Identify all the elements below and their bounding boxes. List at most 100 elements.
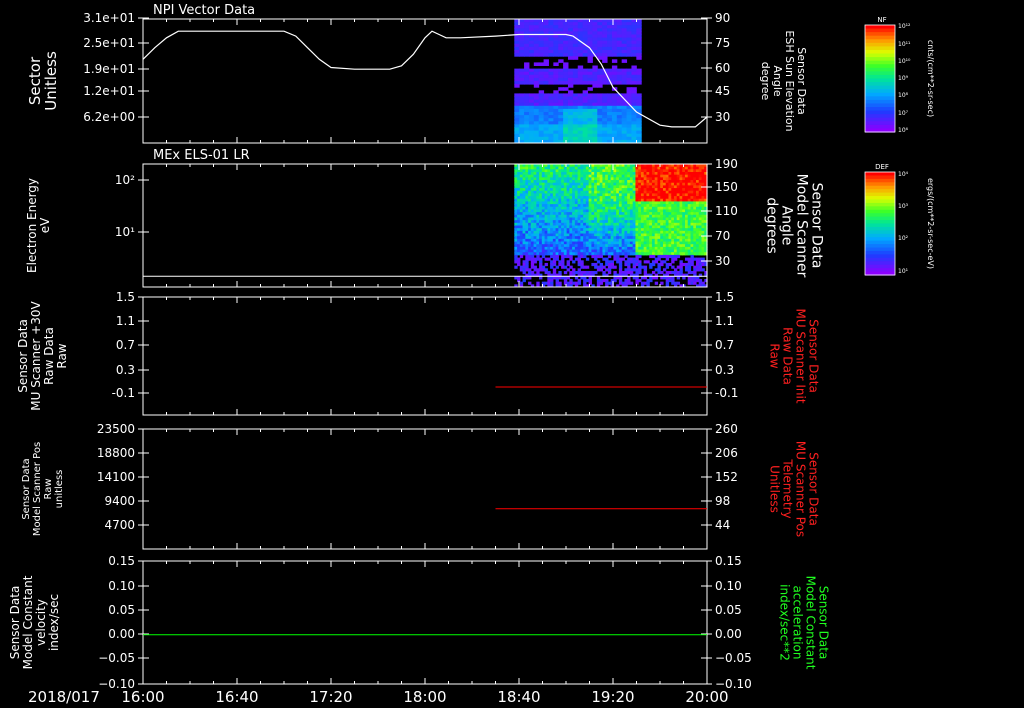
npi-spectrogram-cell	[577, 53, 584, 57]
npi-spectrogram-cell	[602, 34, 608, 39]
npi-spectrogram-cell	[611, 31, 618, 35]
npi-spectrogram-cell	[533, 115, 540, 119]
npi-spectrogram-cell	[528, 102, 535, 107]
npi-spectrogram-cell	[621, 37, 628, 42]
npi-spectrogram-cell	[607, 105, 613, 110]
npi-spectrogram-cell	[587, 133, 593, 138]
npi-spectrogram-cell	[602, 121, 608, 125]
npi-spectrogram-cell	[538, 28, 545, 32]
y-tick-label: 1.9e+01	[83, 62, 135, 76]
y2-tick-label: 0.15	[715, 554, 742, 568]
npi-spectrogram-cell	[538, 71, 545, 76]
npi-spectrogram-cell	[611, 99, 618, 104]
y2-axis-label: Sensor Data	[809, 183, 825, 269]
npi-spectrogram-cell	[616, 28, 623, 32]
nf-colorbar-label: 10¹⁰	[898, 58, 911, 65]
npi-spectrogram-cell	[548, 112, 554, 116]
y-axis-label: Sensor Data	[21, 458, 32, 519]
npi-spectrogram-cell	[631, 68, 637, 73]
npi-spectrogram-cell	[597, 28, 603, 32]
def-colorbar-segment	[865, 172, 895, 177]
npi-spectrogram-cell	[567, 118, 574, 122]
npi-spectrogram-cell	[621, 108, 628, 113]
npi-spectrogram-cell	[519, 130, 525, 135]
npi-spectrogram-cell	[553, 50, 559, 54]
npi-spectrogram-cell	[563, 127, 569, 132]
npi-spectrogram-cell	[538, 62, 545, 66]
npi-spectrogram-cell	[538, 96, 545, 101]
npi-spectrogram-cell	[587, 74, 593, 79]
npi-spectrogram-cell	[626, 93, 632, 97]
npi-spectrogram-cell	[592, 46, 598, 51]
npi-spectrogram-cell	[592, 130, 598, 135]
def-colorbar-segment	[865, 230, 895, 235]
npi-spectrogram-cell	[572, 108, 579, 113]
nf-colorbar-segment	[865, 39, 895, 44]
npi-spectrogram-cell	[611, 102, 618, 107]
npi-spectrogram-cell	[597, 136, 603, 141]
nf-colorbar: NF 10¹² 10¹¹ 10¹⁰ 10⁹ 10⁸ 10⁷ 10⁶ cnts/(cm**2-sr…	[864, 16, 935, 134]
npi-spectrogram-cell	[577, 127, 584, 132]
npi-spectrogram-cell	[533, 81, 540, 85]
npi-spectrogram-cell	[587, 81, 593, 85]
npi-spectrogram-cell	[611, 127, 618, 132]
npi-spectrogram-cell	[524, 127, 530, 132]
npi-spectrogram-cell	[597, 105, 603, 110]
npi-spectrogram-cell	[587, 127, 593, 132]
npi-spectrogram-cell	[548, 71, 554, 76]
npi-spectrogram-cell	[553, 93, 559, 97]
npi-spectrogram-cell	[602, 112, 608, 116]
els-spectrogram-cell	[585, 257, 590, 261]
npi-spectrogram-cell	[577, 25, 584, 29]
npi-spectrogram-cell	[626, 43, 632, 48]
y2-axis-label: Model Scanner	[794, 174, 810, 278]
panel-title: MEx ELS-01 LR	[153, 148, 250, 163]
nf-colorbar-segment	[865, 114, 895, 119]
npi-spectrogram-cell	[538, 46, 545, 51]
y2-tick-label: −0.05	[715, 651, 752, 665]
npi-spectrogram-cell	[582, 102, 589, 107]
npi-spectrogram-cell	[543, 59, 549, 63]
npi-spectrogram-cell	[631, 53, 637, 57]
npi-spectrogram-cell	[582, 74, 589, 79]
npi-spectrogram-cell	[524, 96, 530, 101]
y-tick-label: 6.2e+00	[83, 110, 135, 124]
npi-spectrogram-cell	[567, 25, 574, 29]
def-colorbar-segment	[865, 206, 895, 211]
npi-spectrogram-cell	[567, 130, 574, 135]
npi-spectrogram-cell	[607, 40, 613, 45]
y-tick-label: 0.15	[108, 554, 135, 568]
npi-spectrogram-cell	[528, 127, 535, 132]
npi-spectrogram-cell	[597, 46, 603, 51]
nf-colorbar-segment	[865, 99, 895, 105]
npi-spectrogram-cell	[597, 115, 603, 119]
npi-spectrogram-cell	[582, 133, 589, 138]
npi-spectrogram-cell	[592, 124, 598, 128]
npi-spectrogram-cell	[607, 71, 613, 76]
y2-tick-label: 90	[715, 11, 730, 25]
time-tick-label: 20:00	[685, 688, 728, 706]
npi-spectrogram-cell	[626, 136, 632, 141]
def-colorbar-segment	[865, 220, 895, 225]
npi-spectrogram-cell	[592, 127, 598, 132]
npi-spectrogram-cell	[602, 77, 608, 82]
npi-spectrogram-cell	[597, 124, 603, 128]
npi-spectrogram-cell	[616, 22, 623, 26]
npi-spectrogram-cell	[602, 37, 608, 42]
npi-spectrogram-cell	[519, 118, 525, 122]
y-tick-label: 23500	[97, 422, 135, 436]
y2-axis-label: Unitless	[768, 465, 782, 513]
npi-spectrogram-cell	[543, 102, 549, 107]
npi-spectrogram-cell	[572, 96, 579, 101]
npi-spectrogram-cell	[548, 93, 554, 97]
npi-spectrogram-cell	[563, 40, 569, 45]
npi-spectrogram-cell	[621, 40, 628, 45]
npi-spectrogram-cell	[602, 40, 608, 45]
y2-tick-label: 152	[715, 470, 738, 484]
y2-tick-label: 206	[715, 446, 738, 460]
els-spectrogram-cell	[676, 276, 681, 280]
npi-spectrogram-cell	[558, 130, 564, 135]
npi-spectrogram-cell	[616, 74, 623, 79]
npi-spectrogram-cell	[528, 105, 535, 110]
npi-spectrogram-cell	[567, 53, 574, 57]
